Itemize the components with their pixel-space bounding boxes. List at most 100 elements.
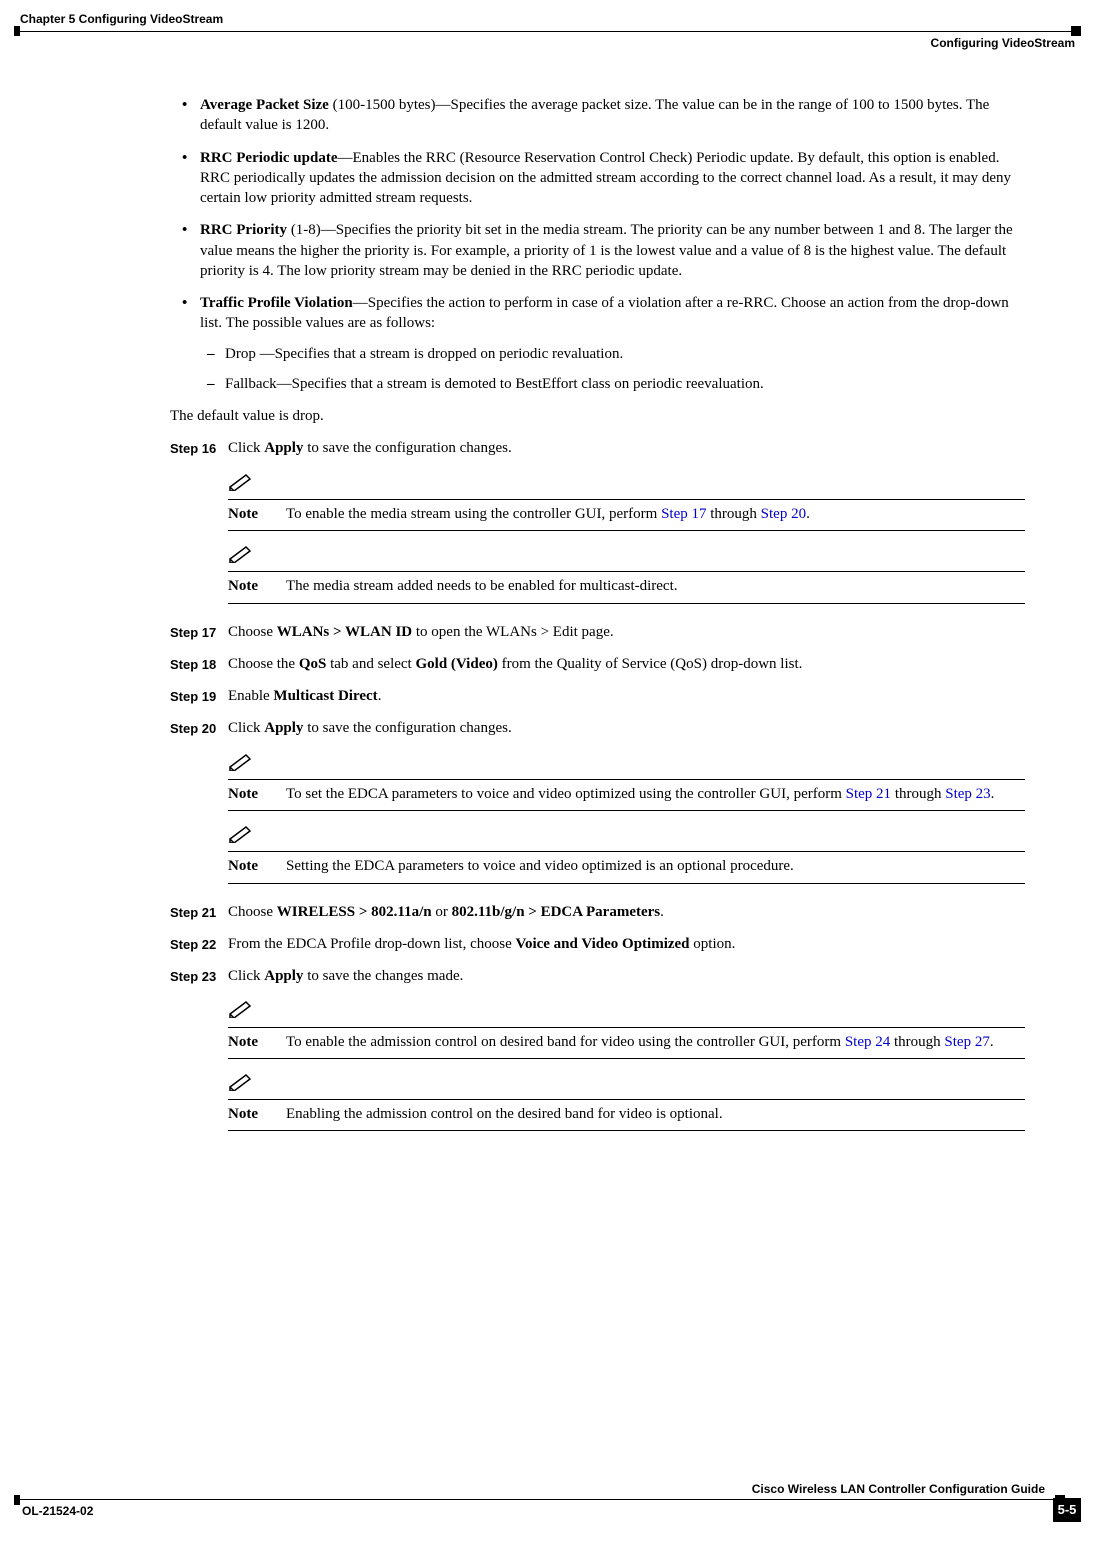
default-value-text: The default value is drop. [170, 406, 1025, 426]
text: To enable the admission control on desir… [286, 1034, 845, 1050]
text: from the Quality of Service (QoS) drop-d… [498, 656, 803, 672]
text: to save the configuration changes. [303, 440, 511, 456]
note-2: Note The media stream added needs to be … [228, 545, 1025, 604]
step-label: Step 18 [170, 654, 228, 674]
link-step-21[interactable]: Step 21 [846, 786, 891, 802]
sub-bullet-fallback: Fallback—Specifies that a stream is demo… [225, 374, 1025, 394]
note-label: Note [228, 576, 286, 596]
note-label: Note [228, 1104, 286, 1124]
step-body: From the EDCA Profile drop-down list, ch… [228, 934, 1025, 954]
link-step-20[interactable]: Step 20 [761, 506, 806, 522]
text: From the EDCA Profile drop-down list, ch… [228, 936, 515, 952]
pencil-icon [228, 825, 1025, 849]
pencil-icon [228, 473, 1025, 497]
text: Click [228, 440, 264, 456]
pencil-icon [228, 1000, 1025, 1024]
page: Chapter 5 Configuring VideoStream Config… [0, 0, 1095, 1548]
main-content: Average Packet Size (100-1500 bytes)—Spe… [170, 95, 1025, 1137]
text: option. [690, 936, 736, 952]
note-body: Setting the EDCA parameters to voice and… [286, 856, 1025, 876]
text: Enable [228, 688, 273, 704]
text: . [990, 1034, 994, 1050]
bullet-list: Average Packet Size (100-1500 bytes)—Spe… [170, 95, 1025, 394]
bullet-rrc-priority: RRC Priority (1-8)—Specifies the priorit… [200, 220, 1025, 281]
step-19: Step 19 Enable Multicast Direct. [170, 686, 1025, 706]
text: To set the EDCA parameters to voice and … [286, 786, 846, 802]
text: Choose the [228, 656, 299, 672]
bold-text: WLANs > WLAN ID [277, 624, 412, 640]
pencil-icon [228, 545, 1025, 569]
sub-bullet-list: Drop —Specifies that a stream is dropped… [200, 344, 1025, 395]
link-step-24[interactable]: Step 24 [845, 1034, 890, 1050]
note-label: Note [228, 784, 286, 804]
note-4: Note Setting the EDCA parameters to voic… [228, 825, 1025, 884]
header-rule [14, 31, 1081, 32]
link-step-17[interactable]: Step 17 [661, 506, 706, 522]
step-23: Step 23 Click Apply to save the changes … [170, 966, 1025, 1137]
step-20: Step 20 Click Apply to save the configur… [170, 718, 1025, 889]
text: . [660, 904, 664, 920]
text: to save the configuration changes. [303, 720, 511, 736]
note-1: Note To enable the media stream using th… [228, 473, 1025, 532]
step-label: Step 19 [170, 686, 228, 706]
step-body: Click Apply to save the configuration ch… [228, 438, 1025, 609]
bullet-title: Average Packet Size [200, 97, 329, 113]
text: . [991, 786, 995, 802]
bold-text: Multicast Direct [273, 688, 377, 704]
bold-text: Apply [264, 968, 303, 984]
text: Click [228, 968, 264, 984]
bold-text: Gold (Video) [415, 656, 497, 672]
header-chapter: Chapter 5 Configuring VideoStream [20, 12, 223, 26]
step-18: Step 18 Choose the QoS tab and select Go… [170, 654, 1025, 674]
bullet-title: RRC Periodic update [200, 150, 338, 166]
bold-text: WIRELESS > 802.11a/n [277, 904, 432, 920]
note-body: The media stream added needs to be enabl… [286, 576, 1025, 596]
bullet-avg-packet: Average Packet Size (100-1500 bytes)—Spe… [200, 95, 1025, 136]
header-decoration-right [1071, 26, 1081, 36]
note-label: Note [228, 856, 286, 876]
bold-text: Apply [264, 440, 303, 456]
footer-guide-title: Cisco Wireless LAN Controller Configurat… [752, 1482, 1045, 1496]
link-step-27[interactable]: Step 27 [944, 1034, 989, 1050]
text: through [707, 506, 761, 522]
text: tab and select [326, 656, 415, 672]
pencil-icon [228, 1073, 1025, 1097]
note-3: Note To set the EDCA parameters to voice… [228, 753, 1025, 812]
step-body: Choose the QoS tab and select Gold (Vide… [228, 654, 1025, 674]
step-label: Step 23 [170, 966, 228, 1137]
text: through [890, 1034, 944, 1050]
footer-rule [14, 1499, 1053, 1500]
bold-text: QoS [299, 656, 327, 672]
bullet-rrc-periodic: RRC Periodic update—Enables the RRC (Res… [200, 148, 1025, 209]
step-body: Choose WIRELESS > 802.11a/n or 802.11b/g… [228, 902, 1025, 922]
step-body: Click Apply to save the configuration ch… [228, 718, 1025, 889]
text: to open the WLANs > Edit page. [412, 624, 613, 640]
step-16: Step 16 Click Apply to save the configur… [170, 438, 1025, 609]
text: To enable the media stream using the con… [286, 506, 661, 522]
step-22: Step 22 From the EDCA Profile drop-down … [170, 934, 1025, 954]
step-label: Step 16 [170, 438, 228, 609]
bold-text: 802.11b/g/n > EDCA Parameters [452, 904, 661, 920]
text: Click [228, 720, 264, 736]
note-body: To set the EDCA parameters to voice and … [286, 784, 1025, 804]
text: Choose [228, 624, 277, 640]
step-17: Step 17 Choose WLANs > WLAN ID to open t… [170, 622, 1025, 642]
text: . [806, 506, 810, 522]
note-label: Note [228, 504, 286, 524]
footer-page-number: 5-5 [1053, 1498, 1081, 1522]
pencil-icon [228, 753, 1025, 777]
step-label: Step 21 [170, 902, 228, 922]
bullet-title: Traffic Profile Violation [200, 295, 353, 311]
step-label: Step 20 [170, 718, 228, 889]
bullet-traffic-violation: Traffic Profile Violation—Specifies the … [200, 293, 1025, 394]
footer-decoration-left [14, 1495, 20, 1505]
text: to save the changes made. [303, 968, 463, 984]
text: or [432, 904, 452, 920]
note-body: To enable the admission control on desir… [286, 1032, 1025, 1052]
bullet-desc: (1-8)—Specifies the priority bit set in … [200, 222, 1013, 279]
text: through [891, 786, 945, 802]
note-body: To enable the media stream using the con… [286, 504, 1025, 524]
step-body: Choose WLANs > WLAN ID to open the WLANs… [228, 622, 1025, 642]
footer-doc-number: OL-21524-02 [22, 1504, 93, 1518]
link-step-23[interactable]: Step 23 [945, 786, 990, 802]
